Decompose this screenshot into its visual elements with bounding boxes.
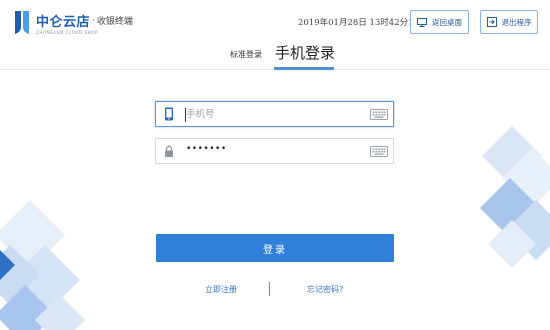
current-datetime: 2019年01月28日 13时42分17秒 (298, 18, 428, 28)
header-bar: 中仑云店 · 收银终端 ZHONGLUN CLOUD SHOP 2019年01月… (0, 0, 550, 70)
phone-icon (165, 107, 173, 121)
password-field[interactable]: ••••••• (155, 138, 394, 164)
brand-separator: · (92, 15, 95, 26)
forgot-password-link[interactable]: 忘记密码? (307, 284, 343, 295)
logo-mark-icon (15, 11, 29, 34)
keyboard-icon[interactable] (370, 109, 388, 120)
register-link[interactable]: 立即注册 (205, 284, 237, 295)
tab-standard-login[interactable]: 标准登录 (230, 49, 262, 60)
login-button[interactable]: 登录 (156, 234, 394, 262)
exit-program-label: 退出程序 (501, 17, 532, 27)
brand-english-name: ZHONGLUN CLOUD SHOP (36, 30, 99, 35)
decorative-diamonds-left (0, 200, 85, 330)
brand-logo: 中仑云店 · 收银终端 ZHONGLUN CLOUD SHOP (12, 8, 133, 38)
brand-subtitle: 收银终端 (96, 17, 133, 27)
phone-field[interactable] (155, 101, 394, 127)
exit-program-button[interactable]: 退出程序 (480, 10, 538, 34)
phone-input[interactable] (186, 105, 356, 123)
monitor-icon (417, 17, 427, 27)
link-divider (269, 282, 270, 296)
tab-phone-login[interactable]: 手机登录 (275, 42, 335, 63)
decorative-diamonds-right (480, 126, 550, 268)
back-to-desktop-button[interactable]: 返回桌面 (410, 10, 469, 34)
active-tab-indicator (274, 67, 334, 70)
brand-name: 中仑云店 (36, 15, 91, 30)
lock-icon (165, 145, 173, 157)
back-to-desktop-label: 返回桌面 (432, 17, 462, 27)
exit-icon (486, 17, 497, 27)
keyboard-icon[interactable] (370, 146, 388, 157)
password-input[interactable]: ••••••• (186, 144, 227, 154)
